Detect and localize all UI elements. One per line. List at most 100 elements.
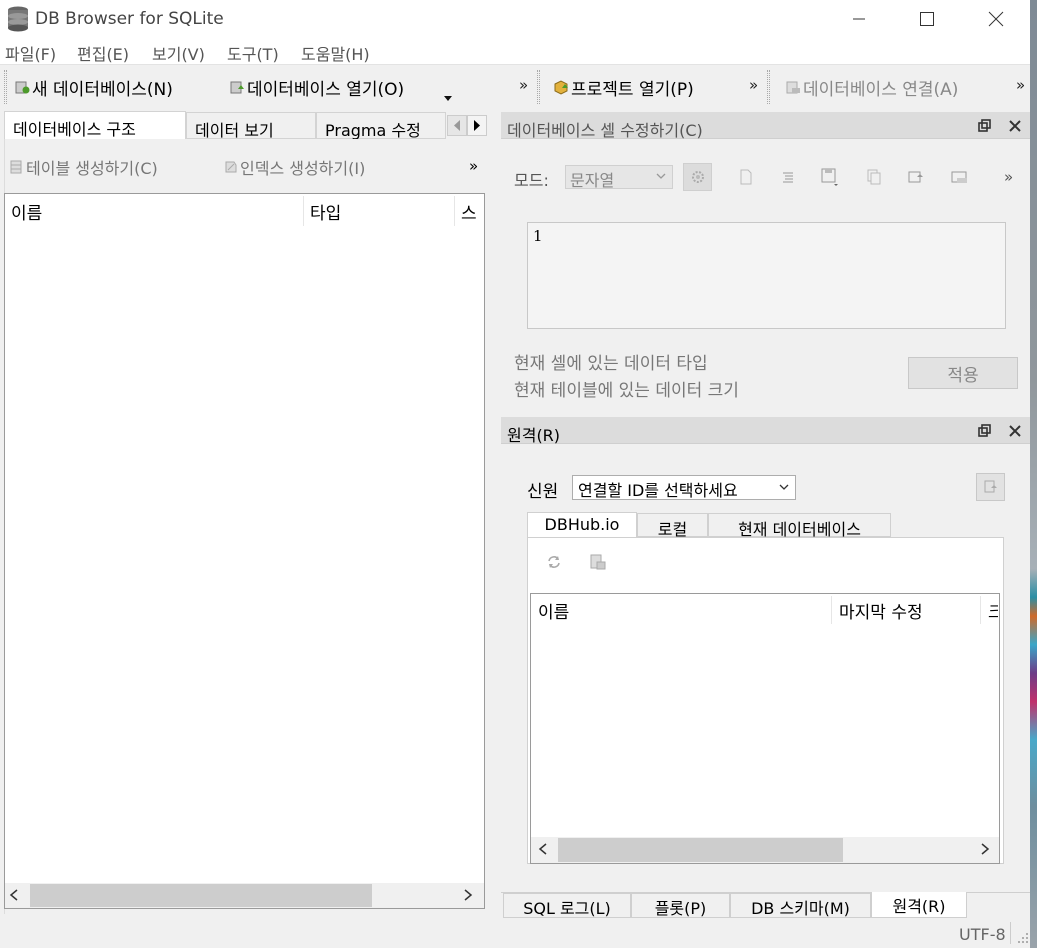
word-wrap-button[interactable] bbox=[735, 166, 757, 188]
float-dock-icon[interactable] bbox=[978, 119, 992, 133]
toolbar-grip[interactable] bbox=[4, 70, 7, 104]
minimize-button[interactable] bbox=[824, 0, 894, 38]
create-index-label: 인덱스 생성하기(I) bbox=[240, 159, 366, 178]
cell-editor-textarea[interactable]: 1 bbox=[527, 222, 1006, 329]
close-button[interactable] bbox=[961, 0, 1031, 38]
close-dock-icon[interactable] bbox=[1008, 119, 1022, 133]
open-database-label: 데이터베이스 열기(O) bbox=[247, 79, 405, 100]
cell-type-info: 현재 셀에 있는 데이터 타입 bbox=[514, 354, 708, 374]
tab-edit-pragmas[interactable]: Pragma 수정 bbox=[316, 112, 446, 140]
toolbar-overflow-1[interactable]: » bbox=[519, 76, 528, 94]
close-icon bbox=[988, 11, 1004, 27]
chevron-down-icon bbox=[656, 173, 666, 179]
arrow-right-icon bbox=[474, 120, 480, 131]
auto-switch-mode-button[interactable] bbox=[683, 163, 712, 191]
scroll-left-icon[interactable] bbox=[8, 888, 20, 902]
close-dock-icon[interactable] bbox=[1008, 424, 1022, 438]
status-bar bbox=[0, 920, 1030, 948]
structure-overflow[interactable]: » bbox=[469, 157, 478, 175]
new-database-icon bbox=[15, 81, 30, 94]
mode-value: 문자열 bbox=[570, 171, 615, 190]
attach-database-icon bbox=[786, 81, 800, 94]
create-table-label: 테이블 생성하기(C) bbox=[26, 159, 158, 178]
open-database-dropdown-icon[interactable] bbox=[443, 95, 453, 103]
remote-dock-title: 원격(R) bbox=[501, 417, 1030, 445]
scroll-right-icon[interactable] bbox=[462, 888, 474, 902]
toolbar-grip-2[interactable] bbox=[537, 70, 540, 104]
toolbar-overflow-2[interactable]: » bbox=[749, 76, 758, 94]
identity-select[interactable]: 연결할 ID를 선택하세요 bbox=[572, 475, 796, 500]
maximize-button[interactable] bbox=[892, 0, 962, 38]
clone-database-icon[interactable] bbox=[589, 553, 607, 571]
copy-cell-button[interactable] bbox=[863, 166, 885, 188]
toolbar-grip-3[interactable] bbox=[767, 70, 770, 104]
save-icon bbox=[821, 168, 838, 186]
tab-scroll-right-button[interactable] bbox=[467, 115, 487, 136]
column-header-type[interactable]: 타입 bbox=[304, 194, 454, 226]
refresh-icon[interactable] bbox=[545, 553, 563, 571]
menu-view[interactable]: 보기(V) bbox=[152, 41, 205, 65]
tab-browse-data[interactable]: 데이터 보기 bbox=[186, 112, 316, 140]
chevron-down-icon bbox=[779, 484, 789, 490]
tab-scroll-left-button[interactable] bbox=[447, 115, 467, 136]
tab-current-database[interactable]: 현재 데이터베이스 bbox=[708, 513, 891, 539]
scroll-right-icon[interactable] bbox=[979, 842, 991, 856]
attach-database-label: 데이터베이스 연결(A) bbox=[803, 79, 959, 100]
remote-column-modified[interactable]: 마지막 수정 bbox=[839, 598, 923, 623]
toolbar-overflow-3[interactable]: » bbox=[1016, 76, 1025, 94]
database-icon bbox=[8, 6, 28, 32]
indent-button[interactable] bbox=[777, 166, 799, 188]
new-database-button[interactable]: 새 데이터베이스(N) bbox=[14, 73, 173, 101]
remote-title: 원격(R) bbox=[507, 426, 561, 445]
scroll-left-icon[interactable] bbox=[537, 842, 549, 856]
tab-plot[interactable]: 플롯(P) bbox=[631, 893, 730, 918]
menu-edit[interactable]: 편집(E) bbox=[77, 41, 129, 65]
save-cell-button[interactable] bbox=[819, 166, 841, 188]
tab-sql-log[interactable]: SQL 로그(L) bbox=[503, 893, 631, 918]
tab-dbhub[interactable]: DBHub.io bbox=[527, 512, 637, 537]
resize-grip-icon[interactable] bbox=[1017, 932, 1029, 944]
import-icon bbox=[951, 171, 967, 183]
export-icon bbox=[908, 171, 923, 183]
create-table-button[interactable]: 테이블 생성하기(C) bbox=[10, 155, 158, 179]
open-project-button[interactable]: 프로젝트 열기(P) bbox=[553, 73, 694, 101]
float-dock-icon[interactable] bbox=[978, 424, 992, 438]
create-index-icon bbox=[225, 161, 237, 173]
column-header-schema[interactable]: 스키 bbox=[455, 194, 484, 226]
menu-tools[interactable]: 도구(T) bbox=[227, 41, 279, 65]
attach-database-button[interactable]: 데이터베이스 연결(A) bbox=[785, 73, 958, 101]
column-header-name[interactable]: 이름 bbox=[5, 194, 303, 226]
schema-hscroll-thumb[interactable] bbox=[30, 884, 372, 907]
menu-help[interactable]: 도움말(H) bbox=[301, 41, 370, 65]
clone-icon bbox=[984, 480, 997, 493]
remote-database-list[interactable] bbox=[530, 593, 1000, 864]
column-separator bbox=[980, 596, 981, 624]
menu-file[interactable]: 파일(F) bbox=[5, 41, 56, 65]
create-index-button[interactable]: 인덱스 생성하기(I) bbox=[224, 155, 365, 179]
tab-db-schema[interactable]: DB 스키마(M) bbox=[730, 893, 871, 918]
import-cell-button[interactable] bbox=[949, 166, 971, 188]
remote-column-size[interactable]: 크 bbox=[988, 598, 998, 623]
open-project-label: 프로젝트 열기(P) bbox=[571, 79, 694, 100]
identity-value: 연결할 ID를 선택하세요 bbox=[578, 481, 738, 500]
mode-select[interactable]: 문자열 bbox=[565, 165, 673, 190]
tab-database-structure[interactable]: 데이터베이스 구조 bbox=[4, 111, 186, 139]
export-cell-button[interactable] bbox=[905, 166, 927, 188]
edit-cell-overflow[interactable]: » bbox=[1004, 168, 1013, 186]
open-database-icon bbox=[230, 81, 244, 94]
edit-cell-title: 데이터베이스 셀 수정하기(C) bbox=[507, 121, 703, 140]
status-encoding: UTF-8 bbox=[959, 925, 1006, 944]
apply-button[interactable]: 적용 bbox=[908, 357, 1018, 389]
arrow-left-icon bbox=[454, 120, 460, 131]
remote-column-name[interactable]: 이름 bbox=[538, 598, 569, 623]
schema-tree[interactable] bbox=[4, 193, 485, 909]
create-table-icon bbox=[10, 160, 22, 174]
open-database-button[interactable]: 데이터베이스 열기(O) bbox=[229, 73, 404, 101]
cell-size-info: 현재 테이블에 있는 데이터 크기 bbox=[514, 381, 739, 401]
new-database-label: 새 데이터베이스(N) bbox=[32, 79, 173, 100]
tab-remote[interactable]: 원격(R) bbox=[871, 892, 967, 918]
remote-hscroll-thumb[interactable] bbox=[558, 838, 843, 862]
tab-local[interactable]: 로컬 bbox=[637, 513, 708, 539]
maximize-icon bbox=[920, 12, 934, 26]
clone-database-button[interactable] bbox=[976, 473, 1005, 501]
